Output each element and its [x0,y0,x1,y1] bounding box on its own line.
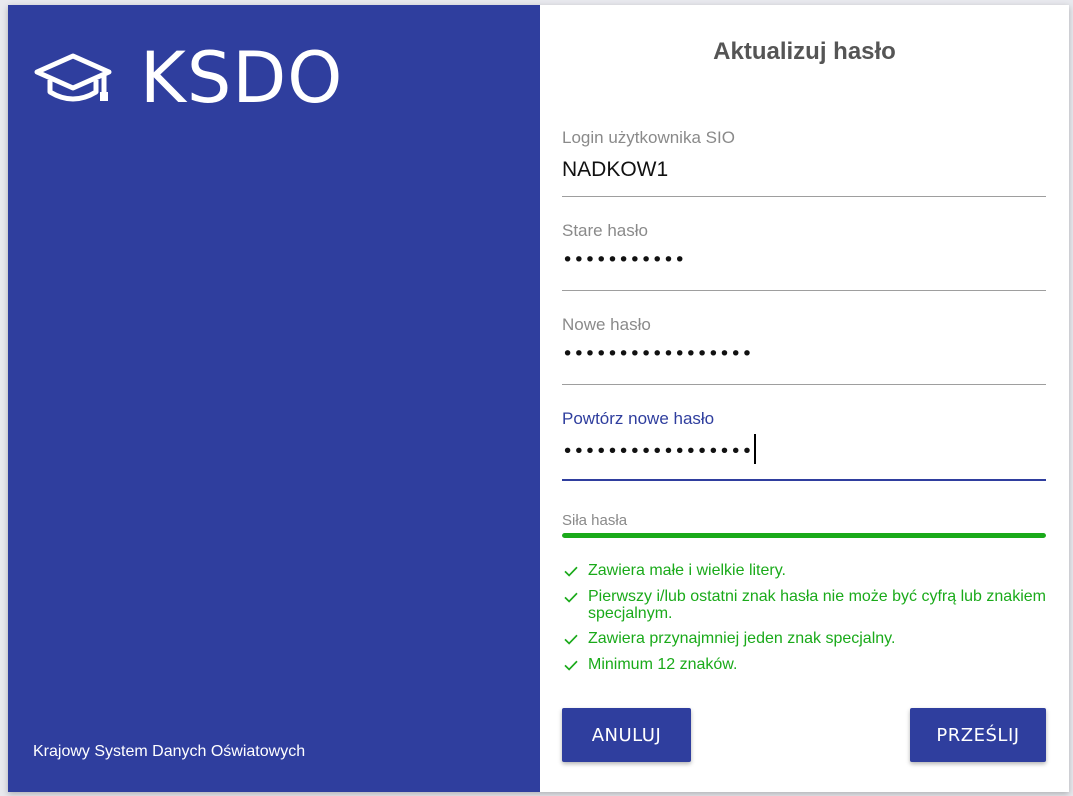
login-label: Login użytkownika SIO [562,128,735,147]
repeat-password-value: ••••••••••••••••• [562,440,753,463]
password-rule-text: Zawiera małe i wielkie litery. [588,562,786,579]
password-rule-item: Minimum 12 znaków. [562,656,1046,674]
password-strength-fill [562,533,1046,538]
password-strength-bar [562,533,1046,538]
cancel-button[interactable]: ANULUJ [562,708,691,762]
password-rule-item: Zawiera małe i wielkie litery. [562,562,1046,580]
check-icon [564,566,578,577]
old-password-field[interactable]: Stare hasło ••••••••••• [562,221,1046,291]
page-title: Aktualizuj hasło [713,38,896,65]
check-icon [564,634,578,645]
check-icon [564,592,578,603]
old-password-value: ••••••••••• [562,249,686,271]
graduation-cap-icon [34,53,112,102]
repeat-password-field[interactable]: Powtórz nowe hasło ••••••••••••••••• [562,409,1046,481]
form-panel: Aktualizuj hasło Login użytkownika SIO N… [540,5,1069,792]
password-rule-text: Pierwszy i/lub ostatni znak hasła nie mo… [588,588,1046,622]
password-rule-text: Zawiera przynajmniej jeden znak specjaln… [588,630,896,647]
repeat-password-input: ••••••••••••••••• [562,434,756,467]
system-name: Krajowy System Danych Oświatowych [33,743,306,760]
text-caret [753,434,756,464]
new-password-label: Nowe hasło [562,315,651,334]
repeat-password-label: Powtórz nowe hasło [562,409,715,428]
password-rule-item: Zawiera przynajmniej jeden znak specjaln… [562,630,1046,648]
brand-panel: KSDO Krajowy System Danych Oświatowych [8,5,540,792]
old-password-label: Stare hasło [562,221,648,240]
password-rule-item: Pierwszy i/lub ostatni znak hasła nie mo… [562,588,1046,622]
login-field[interactable]: Login użytkownika SIO NADKOW1 [562,128,1046,197]
submit-button[interactable]: PRZEŚLIJ [910,708,1046,762]
update-password-dialog: KSDO Krajowy System Danych Oświatowych A… [8,5,1069,792]
new-password-value: ••••••••••••••••• [562,343,753,365]
password-rule-text: Minimum 12 znaków. [588,656,738,673]
logo: KSDO [32,43,343,113]
check-icon [564,660,578,671]
logo-text: KSDO [140,37,344,119]
password-strength-label: Siła hasła [562,512,628,529]
login-value: NADKOW1 [562,158,669,181]
password-rules-list: Zawiera małe i wielkie litery. Pierwszy i… [562,562,1046,682]
new-password-field[interactable]: Nowe hasło ••••••••••••••••• [562,315,1046,385]
